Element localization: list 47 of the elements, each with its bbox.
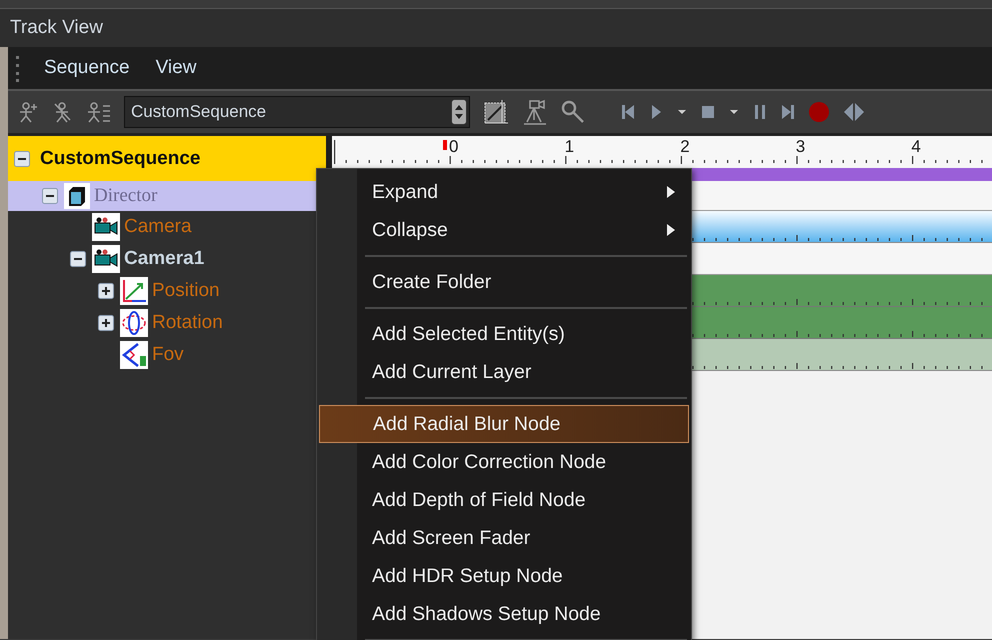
menu-item[interactable]: Add Color Correction Node bbox=[319, 443, 689, 481]
tree-item-label: CustomSequence bbox=[40, 148, 200, 170]
person-list-icon[interactable] bbox=[86, 101, 112, 123]
tree-item-label: Camera bbox=[124, 216, 192, 238]
tree-item-label: Director bbox=[94, 185, 158, 207]
menu-item[interactable]: Sequence bbox=[34, 53, 140, 83]
expand-toggle-icon[interactable] bbox=[98, 315, 116, 331]
cube-icon bbox=[64, 183, 90, 209]
diamond-icon[interactable] bbox=[842, 101, 866, 123]
menu-item[interactable]: Add Shadows Setup Node bbox=[319, 595, 689, 633]
rotation-icon bbox=[120, 309, 148, 337]
collapse-toggle-icon[interactable] bbox=[70, 251, 88, 267]
tree-item-label: Position bbox=[152, 280, 220, 302]
camera-tripod-icon[interactable] bbox=[522, 98, 548, 126]
skip-back-icon[interactable] bbox=[620, 102, 636, 122]
ruler-label: 2 bbox=[680, 138, 690, 156]
ruler-label: 1 bbox=[564, 138, 574, 156]
tree-item-label: Camera1 bbox=[124, 248, 204, 270]
add-person-icon[interactable] bbox=[18, 101, 40, 123]
spinner-icon bbox=[451, 99, 467, 125]
skip-forward-icon[interactable] bbox=[780, 102, 796, 122]
window-title: Track View bbox=[10, 17, 103, 39]
collapse-toggle-icon[interactable] bbox=[42, 188, 60, 204]
menu-item[interactable]: Add Screen Fader bbox=[319, 519, 689, 557]
expand-toggle-icon[interactable] bbox=[98, 283, 116, 299]
video-camera-icon bbox=[92, 213, 120, 241]
tree-row[interactable]: CustomSequence bbox=[8, 136, 326, 181]
menu-item[interactable]: Add Depth of Field Node bbox=[319, 481, 689, 519]
pause-icon[interactable] bbox=[752, 102, 768, 122]
submenu-arrow-icon bbox=[667, 186, 675, 198]
collapse-toggle-icon[interactable] bbox=[14, 150, 32, 166]
tree-item-label: Rotation bbox=[152, 312, 223, 334]
frame-icon[interactable] bbox=[482, 98, 510, 126]
angle-icon bbox=[120, 341, 148, 369]
ruler-label: 3 bbox=[796, 138, 806, 156]
menu-item[interactable]: Add Radial Blur Node bbox=[319, 405, 689, 443]
menu-item[interactable]: View bbox=[146, 53, 206, 83]
ruler-label: 4 bbox=[911, 138, 921, 156]
menu-item[interactable]: Add HDR Setup Node bbox=[319, 557, 689, 595]
submenu-arrow-icon bbox=[667, 224, 675, 236]
axes-icon bbox=[120, 277, 148, 305]
tree-item-label: Fov bbox=[152, 344, 184, 366]
ruler-label: 0 bbox=[449, 138, 458, 156]
search-icon[interactable] bbox=[560, 99, 586, 125]
grip-icon bbox=[16, 54, 20, 82]
video-camera-icon bbox=[92, 245, 120, 273]
sequence-dropdown[interactable]: CustomSequence bbox=[124, 96, 470, 128]
